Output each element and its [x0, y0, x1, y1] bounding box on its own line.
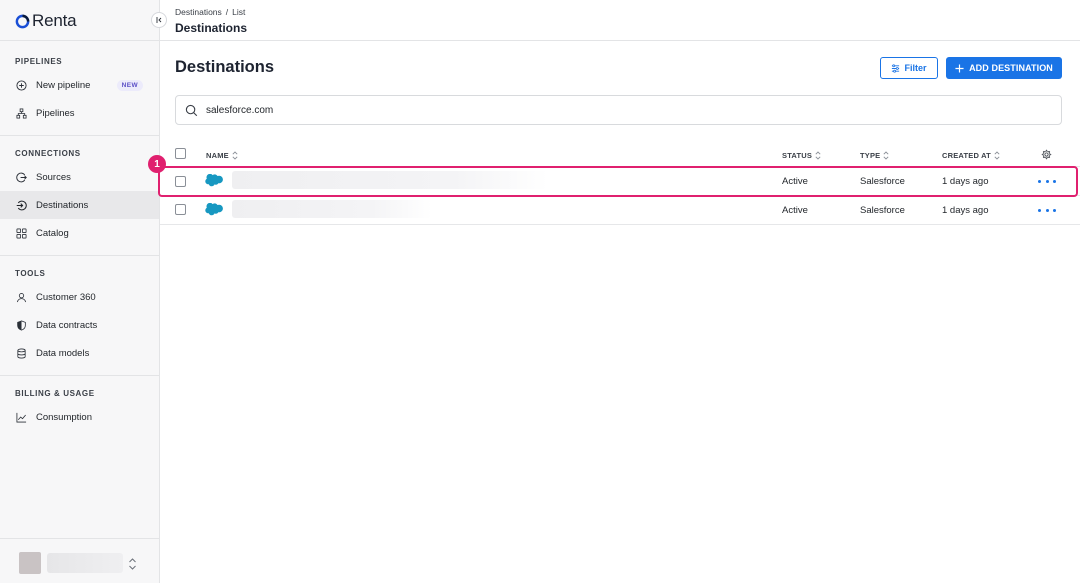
- chevron-up-down-icon[interactable]: [128, 557, 137, 571]
- user-icon: [16, 292, 27, 302]
- breadcrumb: Destinations / List: [175, 7, 245, 17]
- collapse-sidebar-button[interactable]: [151, 12, 167, 28]
- sidebar-item-label: Pipelines: [36, 107, 75, 119]
- sidebar-item-label: Sources: [36, 171, 71, 183]
- row-actions-button[interactable]: [1038, 205, 1056, 215]
- column-header-name[interactable]: NAME: [206, 151, 238, 160]
- column-header-label: TYPE: [860, 151, 881, 160]
- renta-logo-icon: [15, 14, 30, 28]
- sidebar-divider: [0, 375, 160, 376]
- sidebar-item-label: Customer 360: [36, 291, 96, 303]
- avatar: [19, 552, 41, 574]
- section-title-connections: CONNECTIONS: [15, 149, 81, 158]
- sidebar-divider: [0, 255, 160, 256]
- filter-label: Filter: [904, 63, 927, 73]
- page-title: Destinations: [175, 58, 275, 76]
- select-all-checkbox[interactable]: [175, 148, 186, 159]
- breadcrumb-list: List: [232, 7, 246, 17]
- sidebar-item-label: Catalog: [36, 227, 69, 239]
- sidebar-item-consumption[interactable]: Consumption: [0, 403, 159, 431]
- sidebar-item-label: Destinations: [36, 199, 89, 211]
- sidebar-item-sources[interactable]: Sources: [0, 163, 159, 191]
- sidebar-item-catalog[interactable]: Catalog: [0, 219, 159, 247]
- sign-in-icon: [16, 200, 27, 210]
- section-title-pipelines: PIPELINES: [15, 57, 63, 66]
- breadcrumb-destinations[interactable]: Destinations: [175, 7, 222, 17]
- account-switcher[interactable]: [19, 552, 123, 574]
- sidebar-item-pipelines[interactable]: Pipelines: [0, 99, 159, 127]
- sidebar-item-label: Data contracts: [36, 319, 98, 331]
- sidebar-item-label: Data models: [36, 347, 90, 359]
- table-divider: [160, 224, 1080, 225]
- column-header-label: NAME: [206, 151, 229, 160]
- shield-icon: [17, 319, 26, 331]
- sidebar-item-label: New pipeline: [36, 79, 91, 91]
- sign-out-icon: [16, 172, 27, 182]
- destination-name-redacted[interactable]: [232, 200, 432, 218]
- sort-icon: [994, 151, 1000, 160]
- app-name: Renta: [32, 11, 77, 30]
- row-checkbox[interactable]: [175, 204, 186, 215]
- database-icon: [17, 348, 26, 358]
- sort-icon: [883, 151, 889, 160]
- sidebar-item-data-contracts[interactable]: Data contracts: [0, 311, 159, 339]
- sidebar-item-destinations[interactable]: Destinations: [0, 191, 159, 219]
- sidebar-divider: [0, 538, 160, 539]
- row-highlight-annotation: [158, 166, 1078, 197]
- chart-line-icon: [16, 412, 27, 422]
- add-destination-button[interactable]: ADD DESTINATION: [946, 57, 1062, 79]
- sidebar-divider: [0, 40, 160, 41]
- search-input[interactable]: [206, 104, 1006, 116]
- header-title: Destinations: [175, 21, 248, 35]
- account-name-redacted: [47, 553, 123, 573]
- sidebar-item-customer-360[interactable]: Customer 360: [0, 283, 159, 311]
- plus-icon: [955, 63, 964, 73]
- column-header-type[interactable]: TYPE: [860, 151, 889, 160]
- section-title-tools: TOOLS: [15, 269, 46, 278]
- column-header-label: CREATED AT: [942, 151, 991, 160]
- column-header-created-at[interactable]: CREATED AT: [942, 151, 1000, 160]
- sidebar-item-data-models[interactable]: Data models: [0, 339, 159, 367]
- sliders-icon: [892, 63, 900, 73]
- top-bar: Destinations / List Destinations: [160, 0, 1080, 41]
- section-title-billing: BILLING & USAGE: [15, 389, 95, 398]
- collapse-left-icon: [156, 17, 162, 23]
- column-header-status[interactable]: STATUS: [782, 151, 821, 160]
- salesforce-icon: [205, 203, 223, 216]
- app-logo[interactable]: Renta: [15, 11, 77, 31]
- step-number-badge: 1: [148, 155, 166, 173]
- search-icon: [185, 104, 198, 116]
- hierarchy-icon: [16, 108, 27, 118]
- sidebar: Renta PIPELINES New pipeline NEW Pipelin…: [0, 0, 160, 583]
- search-box[interactable]: [175, 95, 1062, 125]
- sidebar-divider: [0, 135, 160, 136]
- sidebar-item-label: Consumption: [36, 411, 92, 423]
- sort-icon: [232, 151, 238, 160]
- column-header-label: STATUS: [782, 151, 813, 160]
- status-cell: Active: [782, 205, 808, 216]
- created-at-cell: 1 days ago: [942, 205, 989, 216]
- new-badge: NEW: [116, 79, 143, 91]
- filter-button[interactable]: Filter: [880, 57, 938, 79]
- type-cell: Salesforce: [860, 205, 905, 216]
- grid-icon: [16, 228, 27, 238]
- breadcrumb-separator: /: [225, 7, 229, 17]
- plus-circle-icon: [16, 79, 27, 91]
- sort-icon: [815, 151, 821, 160]
- sidebar-item-new-pipeline[interactable]: New pipeline NEW: [0, 71, 159, 99]
- gear-icon[interactable]: [1041, 149, 1052, 160]
- add-destination-label: ADD DESTINATION: [969, 63, 1053, 73]
